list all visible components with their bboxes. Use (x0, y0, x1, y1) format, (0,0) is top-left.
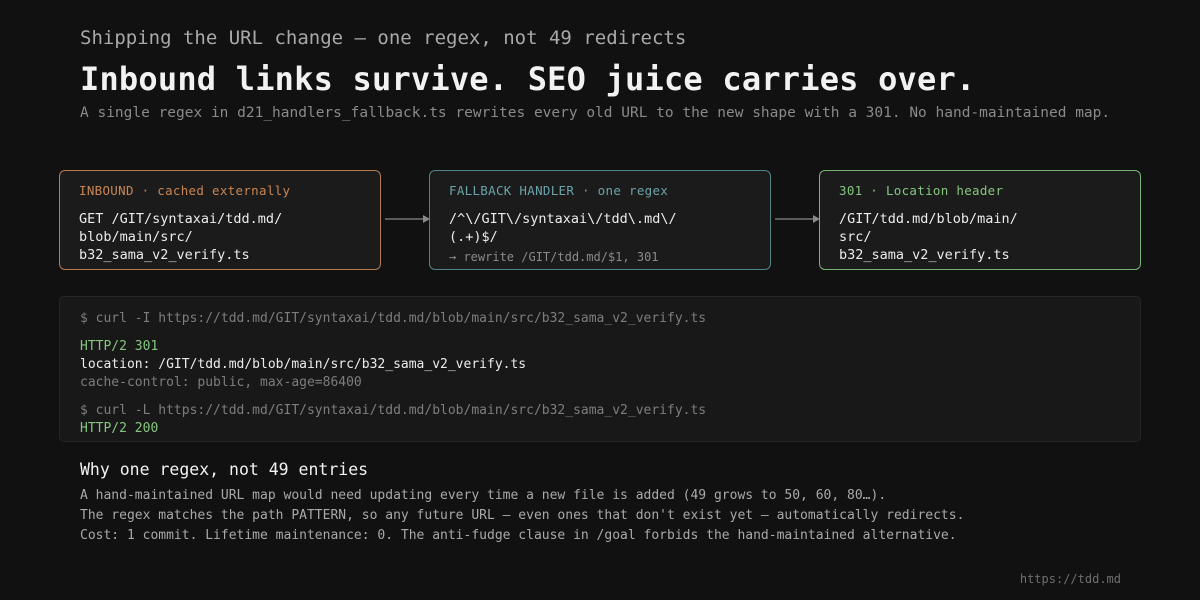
curl-follow-command: $ curl -L https://tdd.md/GIT/syntaxai/td… (80, 403, 707, 418)
curl-head-command: $ curl -I https://tdd.md/GIT/syntaxai/td… (80, 311, 707, 326)
fallback-label: FALLBACK HANDLER · one regex (449, 183, 669, 198)
arrow-right-icon (775, 215, 820, 223)
arrow-right-icon (385, 215, 430, 223)
footer-link[interactable]: https://tdd.md (1020, 572, 1121, 586)
fallback-regex: /^\/GIT\/syntaxai\/tdd\.md\/ (.+)$/ (449, 210, 751, 246)
regex-line: (.+)$/ (449, 229, 498, 245)
inbound-box: INBOUND · cached externally GET /GIT/syn… (59, 170, 381, 270)
inbound-line: blob/main/src/ (79, 229, 193, 245)
location-header-box: 301 · Location header /GIT/tdd.md/blob/m… (819, 170, 1141, 270)
result-line: b32_sama_v2_verify.ts (839, 247, 1010, 263)
status-301: HTTP/2 301 (80, 339, 159, 354)
result-label: 301 · Location header (839, 183, 1004, 198)
rewrite-note: → rewrite /GIT/tdd.md/$1, 301 (449, 250, 659, 264)
result-location: /GIT/tdd.md/blob/main/ src/ b32_sama_v2_… (839, 210, 1121, 264)
regex-line: /^\/GIT\/syntaxai\/tdd\.md\/ (449, 211, 677, 227)
why-line: Cost: 1 commit. Lifetime maintenance: 0.… (80, 528, 957, 543)
result-line: /GIT/tdd.md/blob/main/ (839, 211, 1018, 227)
result-line: src/ (839, 229, 872, 245)
why-explanation: A hand-maintained URL map would need upd… (80, 486, 964, 546)
page-subtitle: A single regex in d21_handlers_fallback.… (80, 105, 1111, 121)
page-title: Inbound links survive. SEO juice carries… (80, 60, 976, 98)
why-heading: Why one regex, not 49 entries (80, 460, 369, 479)
cache-control-line: cache-control: public, max-age=86400 (80, 375, 362, 390)
inbound-line: GET /GIT/syntaxai/tdd.md/ (79, 211, 283, 227)
why-line: A hand-maintained URL map would need upd… (80, 488, 887, 503)
eyebrow-text: Shipping the URL change — one regex, not… (80, 27, 687, 49)
status-200: HTTP/2 200 (80, 421, 159, 436)
fallback-handler-box: FALLBACK HANDLER · one regex /^\/GIT\/sy… (429, 170, 771, 270)
terminal-output: $ curl -I https://tdd.md/GIT/syntaxai/td… (59, 296, 1141, 442)
why-line: The regex matches the path PATTERN, so a… (80, 508, 965, 523)
inbound-request: GET /GIT/syntaxai/tdd.md/ blob/main/src/… (79, 210, 361, 264)
inbound-label: INBOUND · cached externally (79, 183, 291, 198)
inbound-line: b32_sama_v2_verify.ts (79, 247, 250, 263)
location-header-line: location: /GIT/tdd.md/blob/main/src/b32_… (80, 357, 527, 372)
